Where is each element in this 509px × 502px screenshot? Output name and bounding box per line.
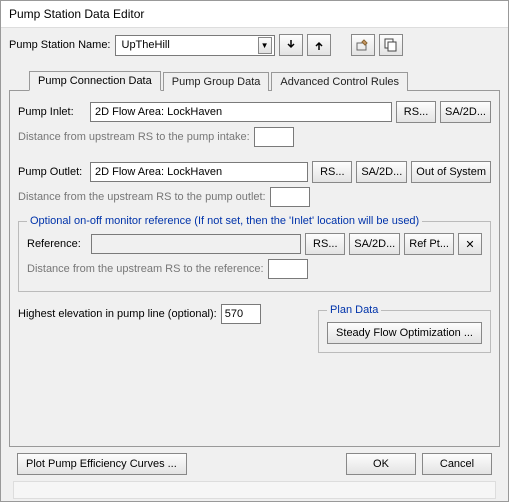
reference-input[interactable] (91, 234, 301, 254)
highest-elevation-input[interactable] (221, 304, 261, 324)
pump-inlet-label: Pump Inlet: (18, 106, 86, 118)
footer: Plot Pump Efficiency Curves ... OK Cance… (9, 447, 500, 481)
out-of-system-button[interactable]: Out of System (411, 161, 491, 183)
arrow-up-icon (314, 39, 324, 51)
inlet-row: Pump Inlet: RS... SA/2D... (18, 101, 491, 123)
inlet-hint-row: Distance from upstream RS to the pump in… (18, 127, 491, 147)
inlet-sa2d-button[interactable]: SA/2D... (440, 101, 491, 123)
rename-icon (356, 38, 370, 52)
copy-button[interactable] (379, 34, 403, 56)
outlet-rs-button[interactable]: RS... (312, 161, 352, 183)
plan-data-legend: Plan Data (327, 304, 381, 316)
reference-clear-button[interactable]: ✕ (458, 233, 482, 255)
elevation-row: Highest elevation in pump line (optional… (18, 304, 308, 324)
rename-button[interactable] (351, 34, 375, 56)
window-title: Pump Station Data Editor (1, 1, 508, 28)
name-row: Pump Station Name: ▼ (9, 34, 500, 56)
tab-pump-group[interactable]: Pump Group Data (163, 72, 270, 91)
monitor-fieldset: Optional on-off monitor reference (If no… (18, 215, 491, 292)
window: Pump Station Data Editor Pump Station Na… (0, 0, 509, 502)
reference-rs-button[interactable]: RS... (305, 233, 345, 255)
monitor-legend: Optional on-off monitor reference (If no… (27, 215, 422, 227)
plan-data-fieldset: Plan Data Steady Flow Optimization ... (318, 304, 491, 353)
cancel-button[interactable]: Cancel (422, 453, 492, 475)
tab-panel: Pump Inlet: RS... SA/2D... Distance from… (9, 90, 500, 447)
arrow-down-icon (286, 39, 296, 51)
status-bar (13, 481, 496, 499)
outlet-hint-row: Distance from the upstream RS to the pum… (18, 187, 491, 207)
reference-label: Reference: (27, 238, 87, 250)
copy-icon (384, 38, 398, 52)
reference-sa2d-button[interactable]: SA/2D... (349, 233, 400, 255)
outlet-distance-label: Distance from the upstream RS to the pum… (18, 191, 266, 203)
plot-efficiency-button[interactable]: Plot Pump Efficiency Curves ... (17, 453, 187, 475)
highest-elevation-label: Highest elevation in pump line (optional… (18, 308, 217, 320)
outlet-distance-input[interactable] (270, 187, 310, 207)
tab-pump-connection[interactable]: Pump Connection Data (29, 71, 161, 91)
pump-outlet-input[interactable] (90, 162, 308, 182)
pump-station-name-input[interactable] (120, 38, 258, 52)
move-up-button[interactable] (307, 34, 331, 56)
chevron-down-icon[interactable]: ▼ (258, 37, 272, 54)
inlet-rs-button[interactable]: RS... (396, 101, 436, 123)
outlet-sa2d-button[interactable]: SA/2D... (356, 161, 407, 183)
inlet-distance-label: Distance from upstream RS to the pump in… (18, 131, 250, 143)
inlet-distance-input[interactable] (254, 127, 294, 147)
reference-distance-input[interactable] (268, 259, 308, 279)
move-down-button[interactable] (279, 34, 303, 56)
reference-refpt-button[interactable]: Ref Pt... (404, 233, 454, 255)
reference-hint-row: Distance from the upstream RS to the ref… (27, 259, 482, 279)
tab-strip: Pump Connection Data Pump Group Data Adv… (9, 70, 500, 90)
lower-row: Highest elevation in pump line (optional… (18, 304, 491, 353)
close-icon: ✕ (465, 238, 474, 251)
reference-distance-label: Distance from the upstream RS to the ref… (27, 263, 264, 275)
steady-flow-button[interactable]: Steady Flow Optimization ... (327, 322, 482, 344)
reference-row: Reference: RS... SA/2D... Ref Pt... ✕ (27, 233, 482, 255)
ok-button[interactable]: OK (346, 453, 416, 475)
tab-advanced-rules[interactable]: Advanced Control Rules (271, 72, 408, 91)
pump-outlet-label: Pump Outlet: (18, 166, 86, 178)
content: Pump Station Name: ▼ Pump Connection Dat… (1, 28, 508, 501)
pump-station-name-label: Pump Station Name: (9, 39, 111, 51)
outlet-row: Pump Outlet: RS... SA/2D... Out of Syste… (18, 161, 491, 183)
pump-inlet-input[interactable] (90, 102, 392, 122)
pump-station-name-combo[interactable]: ▼ (115, 35, 275, 56)
